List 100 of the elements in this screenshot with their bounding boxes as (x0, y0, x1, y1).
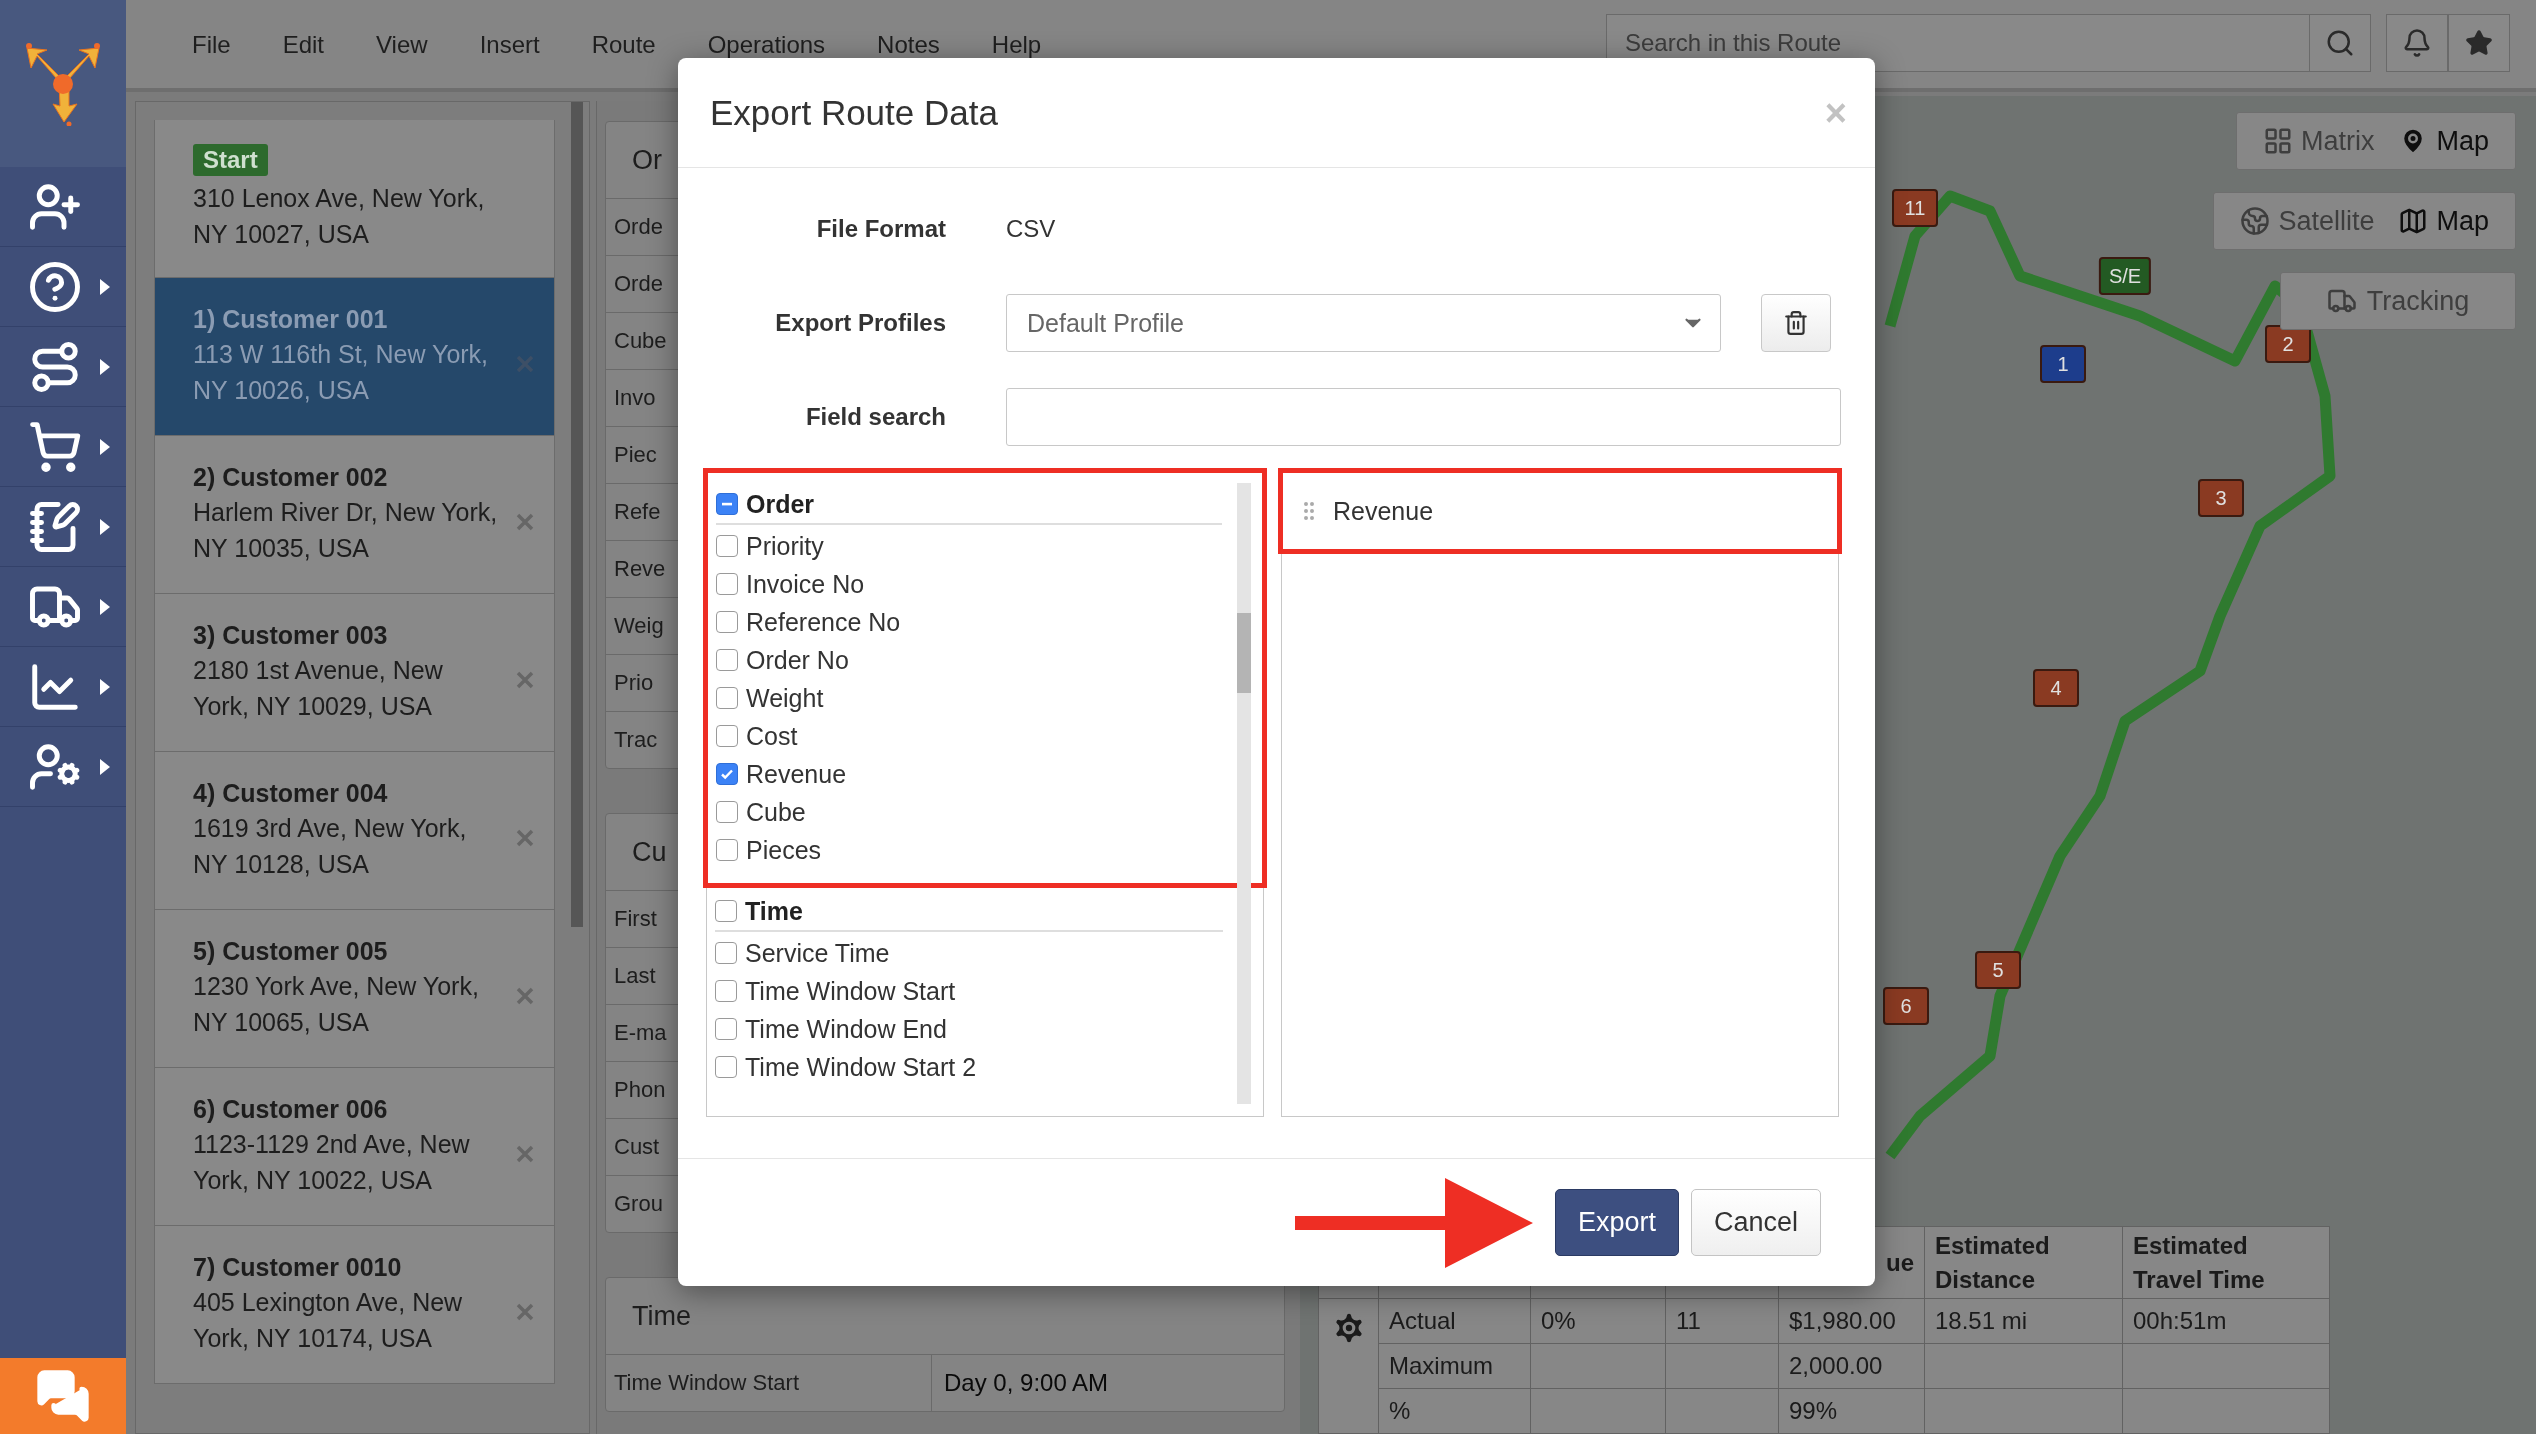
menu-item[interactable]: Route (565, 0, 682, 60)
map-marker[interactable]: 1 (2040, 345, 2086, 383)
field-label: Reve (614, 556, 666, 582)
checkbox[interactable] (715, 1018, 737, 1040)
field-label: Trac (614, 727, 658, 753)
field-label: Prio (614, 670, 654, 696)
checkbox[interactable] (716, 801, 738, 823)
menu-item[interactable]: File (166, 0, 257, 60)
stop-card[interactable]: 1) Customer 001 113 W 116th St, New York, NY 10026, USA (154, 278, 555, 436)
checkbox[interactable] (716, 649, 738, 671)
menu-item[interactable]: Notes (851, 0, 966, 60)
stop-name: 5) Customer 005 (193, 936, 389, 967)
stop-card[interactable]: 5) Customer 005 1230 York Ave, New York, NY 10065, USA (154, 910, 555, 1068)
layer-tab[interactable]: Map (2386, 205, 2501, 237)
checkbox[interactable] (716, 687, 738, 709)
stop-address: 2180 1st Avenue, New York, NY 10029, USA (193, 655, 444, 722)
table-cell: Maximum (1378, 1343, 1531, 1389)
stop-name: 6) Customer 006 (193, 1094, 389, 1125)
field-option[interactable]: Weight (746, 683, 824, 713)
field-label: Invo (614, 385, 656, 411)
delete-button[interactable] (1761, 294, 1831, 352)
stop-address: Harlem River Dr, New York, NY 10035, USA (193, 497, 498, 564)
dialog-title: Export Route Data (710, 92, 998, 133)
input-field[interactable] (1006, 388, 1841, 446)
notifications-button[interactable] (2386, 14, 2448, 72)
table-cell: 99% (1778, 1388, 1925, 1434)
selected-field[interactable]: Revenue (1333, 496, 1434, 526)
field-option[interactable]: Time Window Start 2 (745, 1052, 977, 1082)
scrollbar[interactable] (1237, 483, 1251, 1104)
checkbox[interactable] (715, 900, 737, 922)
field-option[interactable]: Reference No (746, 607, 901, 637)
checkbox[interactable] (716, 573, 738, 595)
export-button[interactable]: Export (1554, 1189, 1679, 1256)
table-cell: 18.51 mi (1924, 1298, 2123, 1344)
start-badge: Start (193, 144, 268, 176)
menu-item[interactable]: View (350, 0, 454, 60)
field-option[interactable]: Invoice No (746, 569, 865, 599)
field-option[interactable]: Cost (746, 721, 798, 751)
section-title: Or (632, 144, 662, 176)
field-value: CSV (1006, 215, 1057, 243)
trash-icon (1783, 310, 1809, 336)
view-tab[interactable]: Matrix (2250, 125, 2387, 157)
field-option[interactable]: Priority (746, 531, 824, 561)
map-marker[interactable]: 4 (2033, 669, 2079, 707)
field-label: Field search (804, 403, 946, 431)
checkbox[interactable] (716, 763, 738, 785)
field-option[interactable]: Revenue (746, 759, 847, 789)
stop-address: 1230 York Ave, New York, NY 10065, USA (193, 971, 480, 1038)
view-tab[interactable]: Map (2386, 125, 2501, 157)
tracking-button[interactable]: Tracking (2280, 272, 2516, 330)
stop-card[interactable]: Start 310 Lenox Ave, New York, NY 10027, USA (154, 120, 555, 278)
help-icon (28, 259, 82, 314)
stop-card[interactable]: 4) Customer 004 1619 3rd Ave, New York, NY 10128, USA (154, 752, 555, 910)
table-cell: 2,000.00 (1778, 1343, 1925, 1389)
search-button[interactable] (2309, 14, 2371, 72)
menu-item[interactable]: Operations (681, 0, 852, 60)
checkbox[interactable] (716, 493, 738, 515)
star-icon (2465, 29, 2493, 57)
bell-icon (2402, 28, 2432, 58)
field-label: Cube (614, 328, 667, 354)
map-marker[interactable]: 3 (2198, 479, 2244, 517)
checkbox[interactable] (716, 839, 738, 861)
column-header: Estimated Distance (1924, 1226, 2123, 1299)
favorite-button[interactable] (2448, 14, 2510, 72)
checkbox[interactable] (716, 725, 738, 747)
cancel-button[interactable]: Cancel (1690, 1189, 1821, 1256)
menu-item[interactable]: Help (965, 0, 1068, 60)
map-marker[interactable]: 2 (2265, 325, 2311, 363)
checkbox[interactable] (715, 1056, 737, 1078)
field-option[interactable]: Time Window Start (745, 976, 956, 1006)
search-field[interactable]: Search in this Route (1606, 14, 2309, 72)
map-marker[interactable]: 6 (1883, 987, 1929, 1025)
map-marker[interactable]: 11 (1892, 189, 1938, 227)
field-option[interactable]: Time Window End (745, 1014, 947, 1044)
profile-dropdown[interactable]: Default Profile (1006, 294, 1721, 352)
checkbox[interactable] (716, 535, 738, 557)
scrollbar[interactable] (571, 102, 583, 927)
map-marker[interactable]: 5 (1975, 951, 2021, 989)
field-option[interactable]: Pieces (746, 835, 822, 865)
field-option[interactable]: Cube (746, 797, 806, 827)
stop-card[interactable]: 6) Customer 006 1123-1129 2nd Ave, New York, NY 10022, USA (154, 1068, 555, 1226)
stop-card[interactable]: 3) Customer 003 2180 1st Avenue, New York, NY 10029, USA (154, 594, 555, 752)
menu-item[interactable]: Insert (453, 0, 566, 60)
stop-card[interactable]: 7) Customer 0010 405 Lexington Ave, New York, NY 10174, USA (154, 1226, 555, 1384)
menu-item[interactable]: Edit (256, 0, 351, 60)
field-option[interactable]: Service Time (745, 938, 890, 968)
stop-name: 3) Customer 003 (193, 620, 389, 651)
close-icon (516, 829, 534, 847)
checkbox[interactable] (715, 942, 737, 964)
layer-tab[interactable]: Satellite (2228, 205, 2387, 237)
stop-card[interactable]: 2) Customer 002 Harlem River Dr, New York, NY 10035, USA (154, 436, 555, 594)
map-marker[interactable]: S/E (2098, 257, 2152, 295)
checkbox[interactable] (715, 980, 737, 1002)
close-icon (516, 987, 534, 1005)
chat-button[interactable] (0, 1358, 126, 1434)
stop-address: 310 Lenox Ave, New York, NY 10027, USA (193, 183, 486, 250)
stop-name: 2) Customer 002 (193, 462, 389, 493)
table-cell: $1,980.00 (1778, 1298, 1925, 1344)
field-option[interactable]: Order No (746, 645, 849, 675)
checkbox[interactable] (716, 611, 738, 633)
